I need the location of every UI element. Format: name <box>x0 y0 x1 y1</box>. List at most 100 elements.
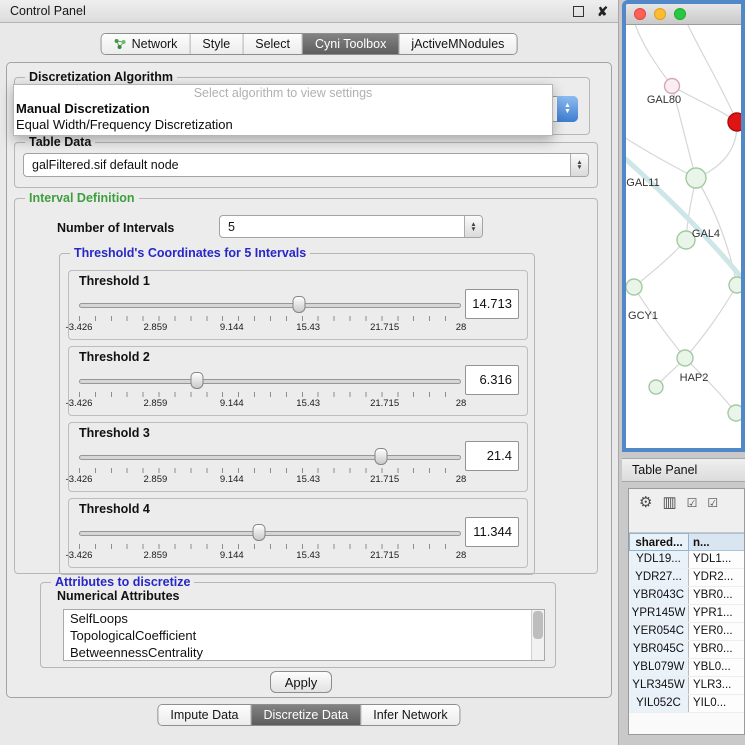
slider-track[interactable] <box>79 531 461 536</box>
select-none-checkbox-icon[interactable]: ☑ <box>707 495 718 511</box>
threshold-2-value-field[interactable]: 6.316 <box>465 365 519 395</box>
dropdown-item-manual-discretization[interactable]: Manual Discretization <box>14 101 552 117</box>
threshold-4-value-field[interactable]: 11.344 <box>465 517 519 547</box>
cell-shared-name[interactable]: YBR043C <box>629 587 689 604</box>
node-selected-red[interactable] <box>728 113 741 131</box>
cell-shared-name[interactable]: YIL052C <box>629 695 689 712</box>
table-row[interactable]: YBR045CYBR0... <box>629 641 744 659</box>
number-of-intervals-spinner[interactable]: 5 ▲▼ <box>219 215 483 238</box>
tab-cyni-toolbox[interactable]: Cyni Toolbox <box>302 34 398 54</box>
close-traffic-light-icon[interactable] <box>634 8 646 20</box>
table-row[interactable]: YIL052CYIL0... <box>629 695 744 713</box>
minimize-traffic-light-icon[interactable] <box>654 8 666 20</box>
tab-select[interactable]: Select <box>242 34 302 54</box>
threshold-1-value-field[interactable]: 14.713 <box>465 289 519 319</box>
column-header-shared-name[interactable]: shared... <box>629 533 689 551</box>
cell-name[interactable]: YPR1... <box>689 605 744 622</box>
list-item[interactable]: SelfLoops <box>64 610 544 627</box>
gear-icon[interactable]: ⚙ <box>639 495 652 511</box>
list-scrollbar[interactable] <box>531 610 544 660</box>
cell-name[interactable]: YDR2... <box>689 569 744 586</box>
node-unlabeled[interactable] <box>729 277 741 293</box>
float-window-icon[interactable] <box>573 6 584 17</box>
node-hap2[interactable] <box>677 350 693 366</box>
slider-track[interactable] <box>79 379 461 384</box>
node-gcy1[interactable] <box>626 279 642 295</box>
cell-name[interactable]: YER0... <box>689 623 744 640</box>
tab-infer-network[interactable]: Infer Network <box>360 705 459 725</box>
cell-shared-name[interactable]: YLR345W <box>629 677 689 694</box>
numerical-attributes-label: Numerical Attributes <box>57 589 179 603</box>
thick-edge <box>626 155 741 283</box>
cell-shared-name[interactable]: YDR27... <box>629 569 689 586</box>
table-row[interactable]: YPR145WYPR1... <box>629 605 744 623</box>
cell-name[interactable]: YBR0... <box>689 641 744 658</box>
columns-icon[interactable]: ▥ <box>662 495 676 511</box>
column-header-name[interactable]: n... <box>689 533 744 551</box>
cell-name[interactable]: YDL1... <box>689 551 744 568</box>
threshold-4-slider[interactable]: -3.426 2.859 9.144 15.43 21.715 28 <box>79 523 461 567</box>
combo-stepper-icon[interactable]: ▲▼ <box>570 154 588 176</box>
table-row[interactable]: YDR27...YDR2... <box>629 569 744 587</box>
slider-thumb[interactable] <box>191 372 204 389</box>
select-all-checkbox-icon[interactable]: ☑ <box>687 495 698 511</box>
tab-label: Select <box>255 37 290 51</box>
list-item[interactable]: BetweennessCentrality <box>64 644 544 661</box>
scale-label: -3.426 <box>66 398 93 409</box>
group-title: Table Data <box>25 135 95 149</box>
node-gal80[interactable] <box>665 79 680 94</box>
node-unlabeled[interactable] <box>649 380 663 394</box>
dropdown-item-equal-width-frequency[interactable]: Equal Width/Frequency Discretization <box>14 117 552 133</box>
slider-scale: -3.426 2.859 9.144 15.43 21.715 28 <box>79 322 461 334</box>
threshold-2-slider[interactable]: -3.426 2.859 9.144 15.43 21.715 28 <box>79 371 461 415</box>
table-data-combobox[interactable]: galFiltered.sif default node ▲▼ <box>23 153 589 177</box>
tab-style[interactable]: Style <box>189 34 242 54</box>
algorithm-dropdown-popup: Select algorithm to view settings Manual… <box>13 84 553 136</box>
scale-label: -3.426 <box>66 550 93 561</box>
tab-network[interactable]: Network <box>102 34 190 54</box>
scale-label: 2.859 <box>144 398 168 409</box>
node-gal11[interactable] <box>686 168 706 188</box>
node-unlabeled[interactable] <box>728 405 741 421</box>
close-icon[interactable]: ✘ <box>597 5 608 18</box>
slider-track[interactable] <box>79 455 461 460</box>
threshold-4-panel: Threshold 4 -3.426 2.859 9.144 15.43 21.… <box>68 498 528 568</box>
threshold-1-slider[interactable]: -3.426 2.859 9.144 15.43 21.715 28 <box>79 295 461 339</box>
cell-shared-name[interactable]: YBR045C <box>629 641 689 658</box>
cell-name[interactable]: YBL0... <box>689 659 744 676</box>
cell-name[interactable]: YLR3... <box>689 677 744 694</box>
cell-shared-name[interactable]: YDL19... <box>629 551 689 568</box>
tab-label: Impute Data <box>170 708 238 722</box>
node-label-hap2: HAP2 <box>680 372 709 384</box>
spinner-stepper-icon[interactable]: ▲▼ <box>464 216 482 237</box>
zoom-traffic-light-icon[interactable] <box>674 8 686 20</box>
slider-thumb[interactable] <box>374 448 387 465</box>
table-row[interactable]: YBR043CYBR0... <box>629 587 744 605</box>
table-row[interactable]: YER054CYER0... <box>629 623 744 641</box>
table-row[interactable]: YDL19...YDL1... <box>629 551 744 569</box>
combo-stepper-icon[interactable]: ▲▼ <box>557 96 578 122</box>
table-row[interactable]: YBL079WYBL0... <box>629 659 744 677</box>
slider-scale: -3.426 2.859 9.144 15.43 21.715 28 <box>79 398 461 410</box>
numerical-attributes-list[interactable]: SelfLoops TopologicalCoefficient Between… <box>63 609 545 661</box>
scrollbar-thumb[interactable] <box>533 611 543 639</box>
cell-shared-name[interactable]: YBL079W <box>629 659 689 676</box>
slider-thumb[interactable] <box>293 296 306 313</box>
list-item[interactable]: TopologicalCoefficient <box>64 627 544 644</box>
tab-impute-data[interactable]: Impute Data <box>158 705 250 725</box>
cell-shared-name[interactable]: YPR145W <box>629 605 689 622</box>
threshold-3-slider[interactable]: -3.426 2.859 9.144 15.43 21.715 28 <box>79 447 461 491</box>
slider-track[interactable] <box>79 303 461 308</box>
cell-name[interactable]: YBR0... <box>689 587 744 604</box>
attributes-to-discretize-group: Attributes to discretize Numerical Attri… <box>40 582 556 668</box>
threshold-3-value-field[interactable]: 21.4 <box>465 441 519 471</box>
table-row[interactable]: YLR345WYLR3... <box>629 677 744 695</box>
apply-button[interactable]: Apply <box>270 671 332 693</box>
tab-discretize-data[interactable]: Discretize Data <box>251 705 361 725</box>
cell-name[interactable]: YIL0... <box>689 695 744 712</box>
network-canvas[interactable]: GAL80 GAL11 GAL4 GCY1 HAP2 <box>626 25 741 429</box>
slider-thumb[interactable] <box>252 524 265 541</box>
tab-jactivemnodules[interactable]: jActiveMNodules <box>398 34 516 54</box>
cell-shared-name[interactable]: YER054C <box>629 623 689 640</box>
scale-label: 15.43 <box>296 398 320 409</box>
